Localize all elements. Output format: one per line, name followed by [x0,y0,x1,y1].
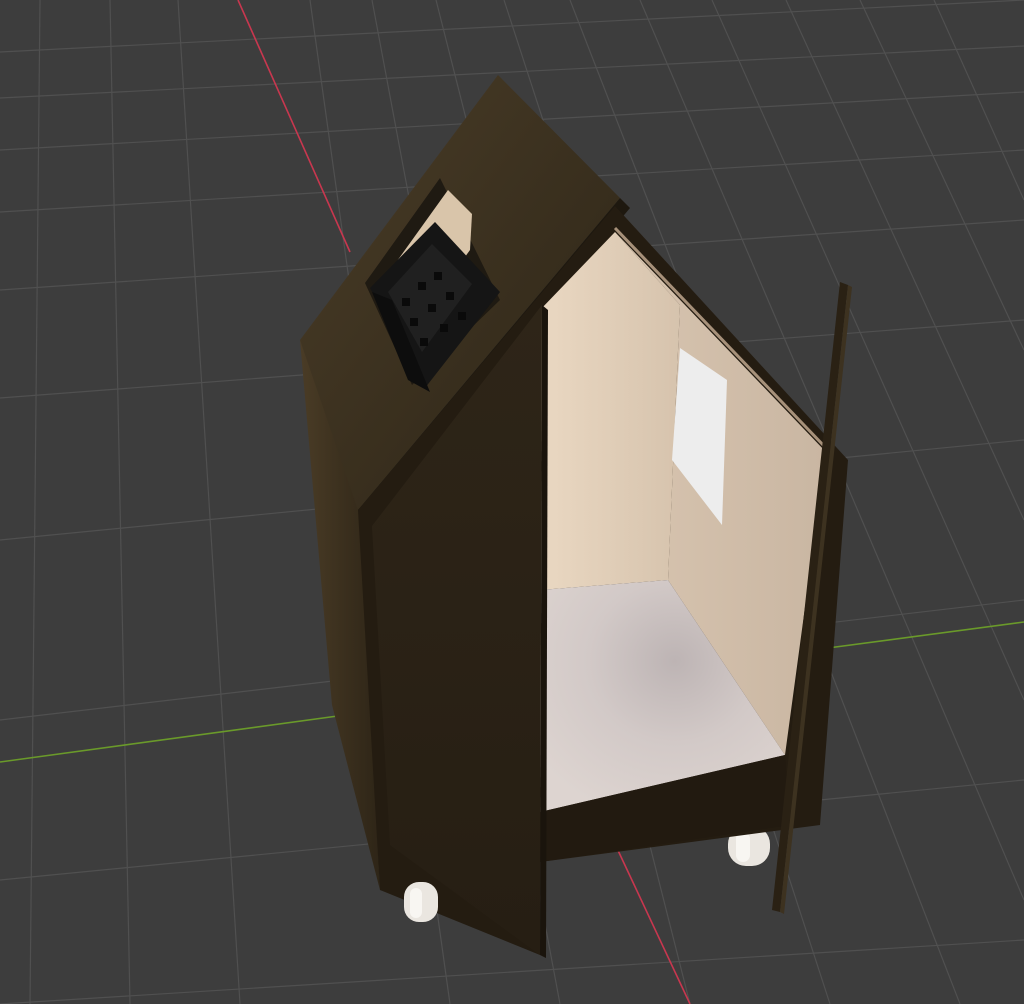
grid-line [0,939,1024,1004]
viewport-canvas[interactable] [0,0,1024,1004]
x-axis-line [237,0,351,253]
caster-front [404,882,438,922]
house-cabinet-model[interactable] [300,75,852,958]
grid-line [29,0,41,1004]
3d-viewport[interactable] [0,0,1024,1004]
grid-line [859,0,1024,351]
y-axis-line-left [0,714,346,763]
grid-line [933,0,1024,201]
grid-line [109,0,131,1004]
grid-line [177,0,241,1004]
